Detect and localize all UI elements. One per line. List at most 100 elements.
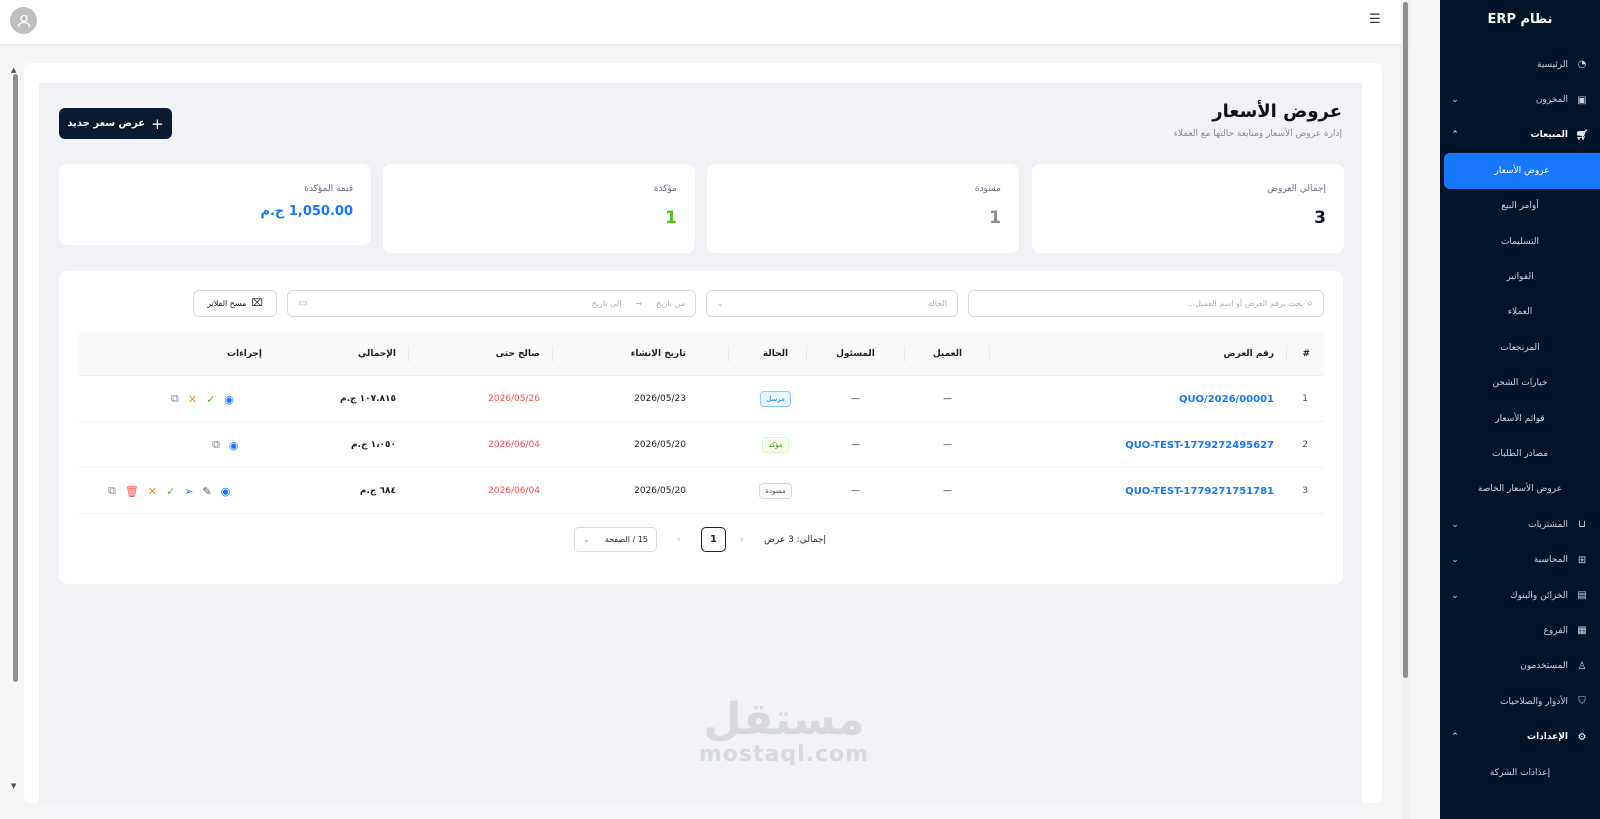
delete-icon[interactable]: 🗑︎ xyxy=(125,485,139,498)
table-row: 1 QUO/2026/00001 — — مرسل 2026/05/23 202… xyxy=(78,376,1324,422)
dashboard-icon: ◔ xyxy=(1577,59,1587,71)
arrow-icon: → xyxy=(635,299,643,308)
plus-icon: + xyxy=(151,114,164,133)
page-scrollbar[interactable] xyxy=(1401,0,1410,819)
col-created: تاريخ الانشاء xyxy=(630,349,686,359)
col-number: رقم العرض xyxy=(1223,349,1274,359)
box-icon: ▣ xyxy=(1577,94,1587,106)
sidebar-item-accounting[interactable]: ⊞ المحاسبة ⌄ xyxy=(1440,542,1600,577)
sidebar-item-roles[interactable]: ⛉ الأدوار والصلاحيات xyxy=(1440,684,1600,719)
sidebar-item-branches[interactable]: ▦ الفروع xyxy=(1440,613,1600,648)
copy-icon[interactable]: ⧉ xyxy=(171,392,179,406)
prev-page-icon[interactable]: ‹ xyxy=(740,527,744,552)
sidebar-item-price-lists[interactable]: قوائم الأسعار xyxy=(1440,401,1600,436)
quotation-link[interactable]: QUO/2026/00001 xyxy=(1179,376,1274,422)
chevron-down-icon: ⌄ xyxy=(1451,590,1459,601)
sidebar-item-customers[interactable]: العملاء xyxy=(1440,295,1600,330)
stat-card-confirmed: مؤكدة 1 xyxy=(383,164,695,253)
col-owner: المسئول xyxy=(836,349,875,359)
status-badge: مرسل xyxy=(760,391,791,407)
stat-card-draft: مسودة 1 xyxy=(707,164,1019,253)
sidebar-item-quotations[interactable]: عروض الأسعار xyxy=(1444,153,1600,189)
sidebar-item-settings[interactable]: ⚙ الإعدادات ⌃ xyxy=(1440,719,1600,754)
clear-filters-button[interactable]: ⌧ مسح الفلاتر xyxy=(193,290,277,317)
sidebar-item-order-sources[interactable]: مصادر الطلبات xyxy=(1440,436,1600,471)
brand-title: نظام ERP xyxy=(1487,11,1553,27)
col-index: # xyxy=(1302,349,1310,359)
view-icon[interactable]: ◉ xyxy=(229,439,239,452)
cancel-icon[interactable]: ✕ xyxy=(148,485,157,498)
sidebar-item-purchases[interactable]: ⊔ المشتريات ⌄ xyxy=(1440,507,1600,542)
status-badge: مسودة xyxy=(759,483,792,499)
user-avatar[interactable] xyxy=(10,7,37,34)
page-size-select[interactable]: 15 / الصفحة ⌄ xyxy=(574,527,657,552)
stat-card-total: إجمالي العروض 3 xyxy=(1032,164,1344,253)
chevron-down-icon: ⌄ xyxy=(583,535,590,544)
sidebar-item-company-settings[interactable]: إعدادات الشركة xyxy=(1440,755,1600,790)
copy-icon[interactable]: ⧉ xyxy=(108,484,116,498)
col-status: الحالة xyxy=(762,349,789,359)
wallet-icon: ▤ xyxy=(1577,590,1587,602)
bag-icon: ⊔ xyxy=(1578,519,1586,531)
content-scrollbar[interactable]: ▲ ▼ xyxy=(10,66,20,796)
cancel-icon[interactable]: ✕ xyxy=(188,393,197,406)
sidebar-item-sales[interactable]: 🛒︎ المبيعات ⌃ xyxy=(1440,118,1600,153)
gear-icon: ⚙ xyxy=(1577,731,1587,743)
col-actions: إجراءات xyxy=(227,349,262,359)
sidebar-item-users[interactable]: ♙ المستخدمون xyxy=(1440,649,1600,684)
sidebar-item-inventory[interactable]: ▣ المخزون ⌄ xyxy=(1440,82,1600,117)
date-range-picker[interactable]: من تاريخ → إلى تاريخ ▭ xyxy=(287,290,696,317)
row-actions: ⧉ ◉ xyxy=(212,422,238,468)
cart-icon: 🛒︎ xyxy=(1575,129,1589,141)
sidebar-item-shipping[interactable]: خيارات الشحن xyxy=(1440,366,1600,401)
search-input[interactable]: ⌕ بحث برقم العرض أو اسم العميل... xyxy=(968,290,1324,317)
sidebar-item-special-quotes[interactable]: عروض الأسعار الخاصة xyxy=(1440,472,1600,507)
table-row: 3 QUO-TEST-1779271751781 — — مسودة 2026/… xyxy=(78,468,1324,514)
quotation-link[interactable]: QUO-TEST-1779271751781 xyxy=(1125,468,1274,514)
sidebar: نظام ERP ◔ الرئيسية ▣ المخزون ⌄ 🛒︎ المبيعات ⌃… xyxy=(1440,0,1600,819)
row-actions: ⧉ 🗑︎ ✕ ✓ ➢ ✎ ◉ xyxy=(108,468,230,514)
new-quotation-button[interactable]: + عرض سعر جديد xyxy=(59,108,172,139)
sidebar-item-returns[interactable]: المرتجعات xyxy=(1440,330,1600,365)
confirm-icon[interactable]: ✓ xyxy=(206,393,215,406)
building-icon: ▦ xyxy=(1577,625,1587,637)
watermark-logo: مستقل mostaql.com xyxy=(698,694,870,768)
next-page-icon[interactable]: › xyxy=(677,527,681,552)
sidebar-item-deliveries[interactable]: التسليمات xyxy=(1440,224,1600,259)
chevron-down-icon: ⌄ xyxy=(1451,519,1459,530)
row-actions: ⧉ ✕ ✓ ◉ xyxy=(171,376,234,422)
status-select[interactable]: الحالة ⌄ xyxy=(706,290,958,317)
view-icon[interactable]: ◉ xyxy=(221,485,231,498)
col-customer: العميل xyxy=(932,349,963,359)
chevron-down-icon: ⌄ xyxy=(717,299,724,308)
copy-icon[interactable]: ⧉ xyxy=(212,438,220,452)
sidebar-item-sales-orders[interactable]: أوامر البيع xyxy=(1440,189,1600,224)
status-badge: مؤكد xyxy=(762,437,789,453)
quotation-link[interactable]: QUO-TEST-1779272495627 xyxy=(1125,422,1274,468)
chevron-up-icon: ⌃ xyxy=(1451,130,1459,141)
user-icon xyxy=(17,14,30,27)
sidebar-menu: ◔ الرئيسية ▣ المخزون ⌄ 🛒︎ المبيعات ⌃ عروض الأ… xyxy=(1440,47,1600,790)
stat-card-confirmed-value: قيمة المؤكدة 1,050.00 ج.م xyxy=(59,164,371,245)
edit-icon[interactable]: ✎ xyxy=(202,485,211,498)
chevron-down-icon: ⌄ xyxy=(1451,95,1459,106)
chevron-down-icon: ⌄ xyxy=(1451,555,1459,566)
broom-icon: ⌧ xyxy=(251,298,263,309)
user-icon: ♙ xyxy=(1577,660,1587,672)
top-bar: ☰ xyxy=(0,0,1410,45)
view-icon[interactable]: ◉ xyxy=(224,393,234,406)
send-icon[interactable]: ➢ xyxy=(184,485,193,498)
page-button-current[interactable]: 1 xyxy=(701,527,726,552)
page-subtitle: إدارة عروض الأسعار ومتابعة حالتها مع الع… xyxy=(1173,129,1342,139)
sidebar-item-treasury[interactable]: ▤ الخزائن والبنوك ⌄ xyxy=(1440,578,1600,613)
confirm-icon[interactable]: ✓ xyxy=(166,485,175,498)
col-valid-until: صالح حتى xyxy=(495,349,540,359)
page-title: عروض الأسعار xyxy=(1212,101,1342,122)
shield-icon: ⛉ xyxy=(1578,696,1586,708)
calculator-icon: ⊞ xyxy=(1577,554,1587,566)
menu-toggle-icon[interactable]: ☰ xyxy=(1369,12,1381,27)
table-header: # رقم العرض العميل المسئول الحالة تاريخ … xyxy=(78,332,1324,376)
sidebar-item-invoices[interactable]: الفواتير xyxy=(1440,259,1600,294)
sidebar-item-home[interactable]: ◔ الرئيسية xyxy=(1440,47,1600,82)
search-icon: ⌕ xyxy=(1307,298,1313,309)
